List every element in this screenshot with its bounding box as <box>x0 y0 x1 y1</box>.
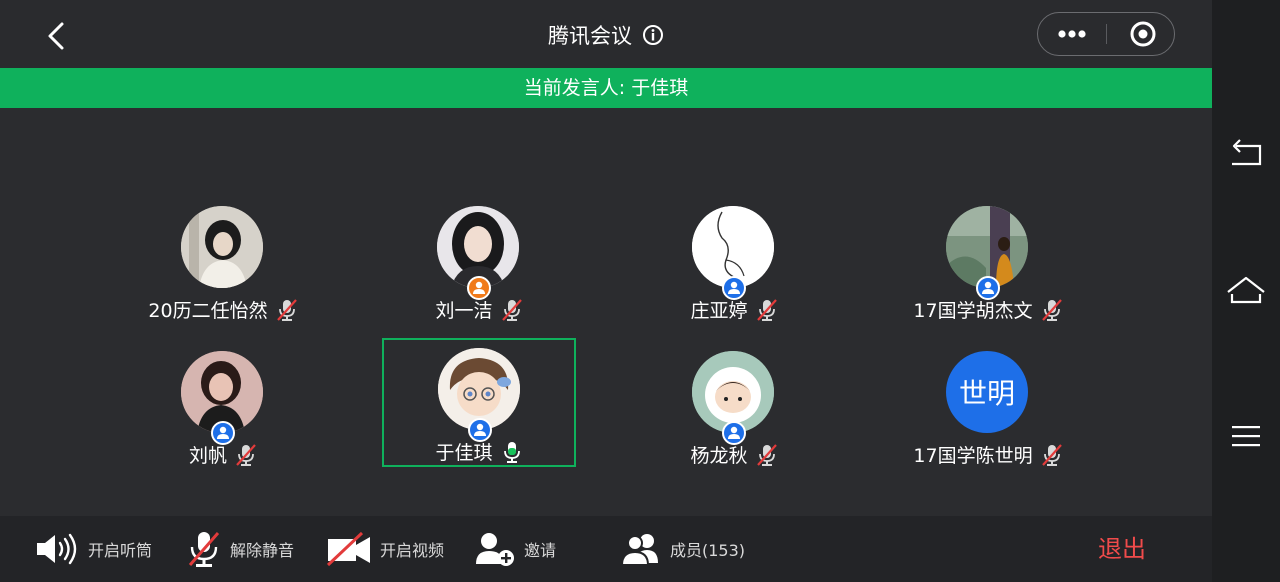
participant-name: 杨龙秋 <box>690 445 748 467</box>
participant-tile[interactable]: 杨龙秋 <box>637 341 831 469</box>
mic-muted-icon <box>276 298 297 321</box>
mic-muted-icon <box>1041 443 1062 466</box>
mic-muted-icon <box>188 532 220 567</box>
bottom-toolbar: 开启听筒 解除静音 开启视频 邀请 成员(153) 退出 <box>0 516 1212 582</box>
top-bar: 腾讯会议 <box>0 0 1212 68</box>
meeting-screen: 腾讯会议 当前发言人: 于佳琪 20历二任怡然 刘一洁 庄亚婷 17国学胡杰文 … <box>0 0 1212 582</box>
participant-name: 刘一洁 <box>435 300 493 322</box>
members-icon <box>620 534 658 566</box>
back-nav-icon[interactable] <box>1226 134 1266 174</box>
speaker-button[interactable]: 开启听筒 <box>34 516 152 582</box>
video-off-icon <box>326 531 370 567</box>
add-user-icon <box>476 533 514 566</box>
unmute-label: 解除静音 <box>230 541 295 560</box>
participant-tile[interactable]: 庄亚婷 <box>637 196 831 324</box>
participant-tile-active-speaker[interactable]: 于佳琪 <box>382 338 576 467</box>
mic-muted-icon <box>236 443 256 466</box>
avatar <box>181 206 263 288</box>
participant-name: 刘帆 <box>188 445 227 467</box>
mic-muted-icon <box>756 298 777 321</box>
speaker-label: 开启听筒 <box>88 541 153 560</box>
invite-label: 邀请 <box>524 541 557 560</box>
avatar: 世明 <box>946 351 1028 433</box>
close-circle-icon[interactable] <box>1107 13 1175 55</box>
avatar-initials: 世明 <box>958 377 1015 410</box>
participant-tile[interactable]: 刘一洁 <box>382 196 576 324</box>
menu-nav-icon[interactable] <box>1226 416 1266 456</box>
video-button[interactable]: 开启视频 <box>326 516 444 582</box>
video-label: 开启视频 <box>380 541 445 560</box>
more-dots-icon[interactable] <box>1038 13 1106 55</box>
participant-name: 于佳琪 <box>435 442 493 464</box>
current-speaker-banner: 当前发言人: 于佳琪 <box>0 68 1212 108</box>
members-label: 成员(153) <box>670 541 746 560</box>
participant-tile[interactable]: 刘帆 <box>126 341 320 469</box>
participant-grid: 20历二任怡然 刘一洁 庄亚婷 17国学胡杰文 刘帆 于佳琪 杨龙秋 世明 17… <box>0 108 1212 516</box>
mic-active-icon <box>503 441 520 463</box>
unmute-button[interactable]: 解除静音 <box>186 516 294 582</box>
system-nav-bar <box>1212 0 1280 582</box>
participant-name: 17国学胡杰文 <box>913 300 1033 322</box>
participant-tile[interactable]: 世明 17国学陈世明 <box>891 341 1085 469</box>
mic-muted-icon <box>756 443 777 466</box>
members-button[interactable]: 成员(153) <box>620 516 745 582</box>
participant-name: 20历二任怡然 <box>148 300 268 322</box>
exit-button[interactable]: 退出 <box>1098 516 1146 582</box>
participant-name: 17国学陈世明 <box>913 445 1033 467</box>
mic-muted-icon <box>501 298 522 321</box>
speaker-icon <box>37 533 77 565</box>
mic-muted-icon <box>1041 298 1062 321</box>
invite-button[interactable]: 邀请 <box>474 516 556 582</box>
meeting-title: 腾讯会议 <box>548 24 632 48</box>
mini-program-capsule <box>1037 12 1175 56</box>
participant-tile[interactable]: 20历二任怡然 <box>126 196 320 324</box>
participant-name: 庄亚婷 <box>690 300 748 322</box>
participant-tile[interactable]: 17国学胡杰文 <box>891 196 1085 324</box>
home-nav-icon[interactable] <box>1226 272 1266 312</box>
info-icon[interactable] <box>642 24 664 46</box>
